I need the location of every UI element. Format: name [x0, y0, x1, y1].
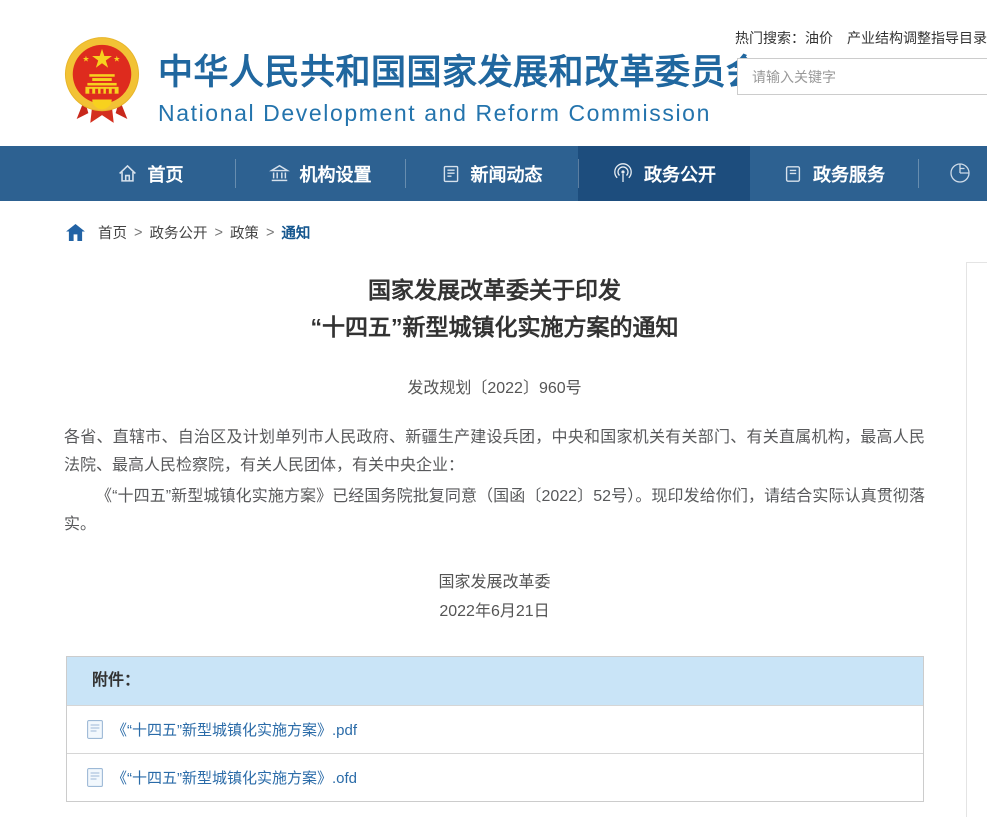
hot-search: 热门搜索：油价产业结构调整指导目录 — [735, 28, 987, 48]
nav-item-gov-services[interactable]: 政务服务 — [750, 146, 918, 201]
nav-separator — [405, 159, 406, 188]
nav-item-news[interactable]: 新闻动态 — [405, 146, 578, 201]
article: 国家发展改革委关于印发 “十四五”新型城镇化实施方案的通知 发改规划〔2022〕… — [64, 272, 925, 626]
nav-item-label: 政务公开 — [644, 161, 716, 187]
breadcrumb-separator: > — [214, 225, 222, 241]
file-icon — [87, 720, 103, 739]
national-emblem-logo[interactable] — [63, 35, 141, 127]
national-emblem-icon — [63, 35, 141, 127]
breadcrumb-item-notice[interactable]: 通知 — [281, 222, 310, 243]
article-title-line2: “十四五”新型城镇化实施方案的通知 — [64, 309, 925, 346]
nav-separator — [578, 159, 579, 188]
breadcrumb-item-home[interactable]: 首页 — [98, 222, 127, 243]
breadcrumb-separator: > — [266, 225, 274, 241]
institution-icon — [269, 163, 290, 184]
nav-item-organization[interactable]: 机构设置 — [235, 146, 405, 201]
pie-chart-icon — [948, 161, 972, 185]
hot-search-link-catalog[interactable]: 产业结构调整指导目录 — [847, 30, 987, 46]
hot-search-link-oil[interactable]: 油价 — [805, 30, 833, 46]
attachments-box: 附件： 《“十四五”新型城镇化实施方案》.pdf 《“十四五”新型城镇化实施方案… — [66, 656, 924, 802]
site-title-zh: 中华人民共和国国家发展和改革委员会 — [158, 44, 762, 95]
nav-item-label: 机构设置 — [300, 161, 372, 187]
attachment-link-ofd[interactable]: 《“十四五”新型城镇化实施方案》.ofd — [112, 767, 357, 788]
article-title-line1: 国家发展改革委关于印发 — [64, 272, 925, 309]
attachment-link-pdf[interactable]: 《“十四五”新型城镇化实施方案》.pdf — [112, 719, 357, 740]
nav-item-label: 政务服务 — [813, 161, 885, 187]
attachment-row-ofd: 《“十四五”新型城镇化实施方案》.ofd — [67, 753, 923, 801]
article-body: 各省、直辖市、自治区及计划单列市人民政府、新疆生产建设兵团，中央和国家机关有关部… — [64, 424, 925, 539]
nav-separator — [918, 159, 919, 188]
nav-item-gov-disclosure[interactable]: 政务公开 — [578, 146, 750, 201]
content-panel-right-border — [966, 262, 987, 817]
main-nav: 首页 机构设置 新闻动态 政务公开 政务服务 — [0, 146, 987, 201]
attachments-header: 附件： — [67, 657, 923, 705]
article-paragraph-2: 《“十四五”新型城镇化实施方案》已经国务院批复同意（国函〔2022〕52号）。现… — [64, 483, 925, 539]
nav-item-label: 新闻动态 — [471, 161, 543, 187]
nav-item-label: 首页 — [148, 161, 184, 187]
service-icon — [783, 164, 803, 184]
breadcrumb-separator: > — [134, 225, 142, 241]
signature-block: 国家发展改革委 2022年6月21日 — [64, 568, 925, 626]
search-box — [737, 58, 987, 95]
site-header: 中华人民共和国国家发展和改革委员会 National Development a… — [0, 0, 987, 146]
nav-item-data-partial[interactable] — [918, 146, 987, 201]
site-title-block: 中华人民共和国国家发展和改革委员会 National Development a… — [158, 44, 762, 127]
broadcast-icon — [612, 163, 634, 185]
attachment-row-pdf: 《“十四五”新型城镇化实施方案》.pdf — [67, 705, 923, 753]
search-input[interactable] — [738, 59, 987, 94]
breadcrumb-item-policy[interactable]: 政策 — [230, 222, 259, 243]
breadcrumb-home-icon[interactable] — [66, 224, 85, 241]
news-icon — [441, 164, 461, 184]
document-number: 发改规划〔2022〕960号 — [64, 374, 925, 398]
breadcrumb: 首页 > 政务公开 > 政策 > 通知 — [66, 222, 310, 243]
breadcrumb-item-disclosure[interactable]: 政务公开 — [149, 222, 207, 243]
signature-date: 2022年6月21日 — [64, 597, 925, 626]
article-title: 国家发展改革委关于印发 “十四五”新型城镇化实施方案的通知 — [64, 272, 925, 346]
signature-issuer: 国家发展改革委 — [64, 568, 925, 597]
site-title-en: National Development and Reform Commissi… — [158, 100, 762, 127]
file-icon — [87, 768, 103, 787]
article-paragraph-1: 各省、直辖市、自治区及计划单列市人民政府、新疆生产建设兵团，中央和国家机关有关部… — [64, 424, 925, 480]
nav-item-home[interactable]: 首页 — [65, 146, 235, 201]
nav-separator — [235, 159, 236, 188]
hot-search-label: 热门搜索： — [735, 30, 805, 46]
home-icon — [117, 163, 138, 184]
